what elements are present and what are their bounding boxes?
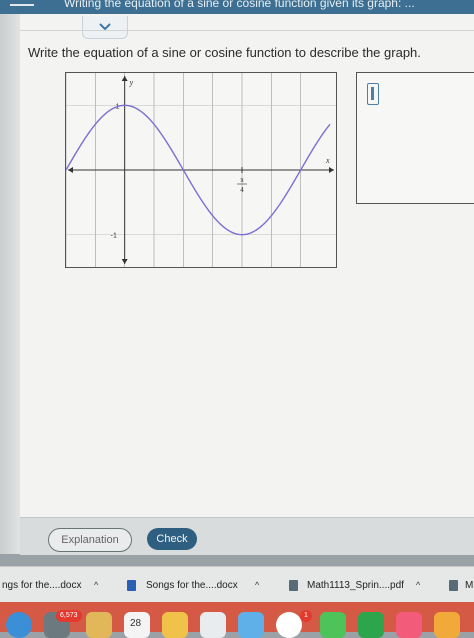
calendar-date: 28 — [130, 618, 142, 629]
graph-plot: yx1-1−π4π4π23π4π5π4 — [66, 73, 336, 267]
notification-badge: 1 — [300, 610, 312, 622]
left-shadow — [0, 14, 20, 554]
x-axis-arrow-icon — [329, 167, 334, 173]
photos-app-icon[interactable] — [276, 612, 302, 638]
safari-icon[interactable] — [6, 612, 32, 638]
equation-editor-icon[interactable] — [367, 83, 379, 105]
download-item-label[interactable]: ngs for the....docx — [2, 580, 82, 591]
y-axis-arrow-icon — [121, 76, 128, 81]
notification-badge: 6,573 — [56, 610, 82, 622]
check-button[interactable]: Check — [147, 528, 197, 550]
x-tick-label: π — [240, 176, 244, 184]
docx-file-icon — [127, 580, 136, 591]
download-item-label[interactable]: Songs for the....docx — [146, 580, 238, 591]
top-header: Writing the equation of a sine or cosine… — [0, 0, 474, 14]
download-item-label[interactable]: M — [465, 580, 473, 591]
chevron-up-icon[interactable]: ^ — [94, 580, 98, 590]
pdf-file-icon — [289, 580, 298, 591]
calendar-icon[interactable]: 28 — [124, 612, 150, 638]
maps-icon[interactable] — [238, 612, 264, 638]
reminders-icon[interactable] — [200, 612, 226, 638]
chevron-up-icon[interactable]: ^ — [255, 580, 259, 590]
facetime-icon[interactable] — [358, 612, 384, 638]
y-axis-arrow-icon — [121, 259, 128, 264]
stickies-icon[interactable] — [162, 612, 188, 638]
messages-icon[interactable] — [320, 612, 346, 638]
pdf-file-icon — [449, 580, 458, 591]
graph: yx1-1−π4π4π23π4π5π4 — [65, 72, 337, 268]
dock: 6,573 28 1 — [0, 602, 474, 638]
music-icon[interactable] — [396, 612, 422, 638]
x-axis-arrow-icon — [68, 167, 73, 173]
downloads-bar: ngs for the....docx ^ Songs for the....d… — [0, 566, 474, 603]
collapse-button[interactable] — [82, 16, 128, 39]
x-axis-label: x — [325, 156, 330, 165]
y-tick-label: -1 — [111, 233, 117, 240]
page-title: Writing the equation of a sine or cosine… — [64, 0, 415, 10]
notes-icon[interactable] — [86, 612, 112, 638]
menu-icon[interactable] — [10, 4, 34, 6]
y-axis-label: y — [129, 78, 134, 87]
chevron-up-icon[interactable]: ^ — [416, 580, 420, 590]
explanation-button[interactable]: Explanation — [48, 528, 132, 552]
download-item-label[interactable]: Math1113_Sprin....pdf — [307, 580, 404, 591]
books-icon[interactable] — [434, 612, 460, 638]
question-text: Write the equation of a sine or cosine f… — [28, 45, 421, 60]
x-tick-label: 4 — [240, 186, 244, 194]
answer-input-box[interactable] — [356, 72, 474, 204]
header-divider — [20, 30, 474, 31]
